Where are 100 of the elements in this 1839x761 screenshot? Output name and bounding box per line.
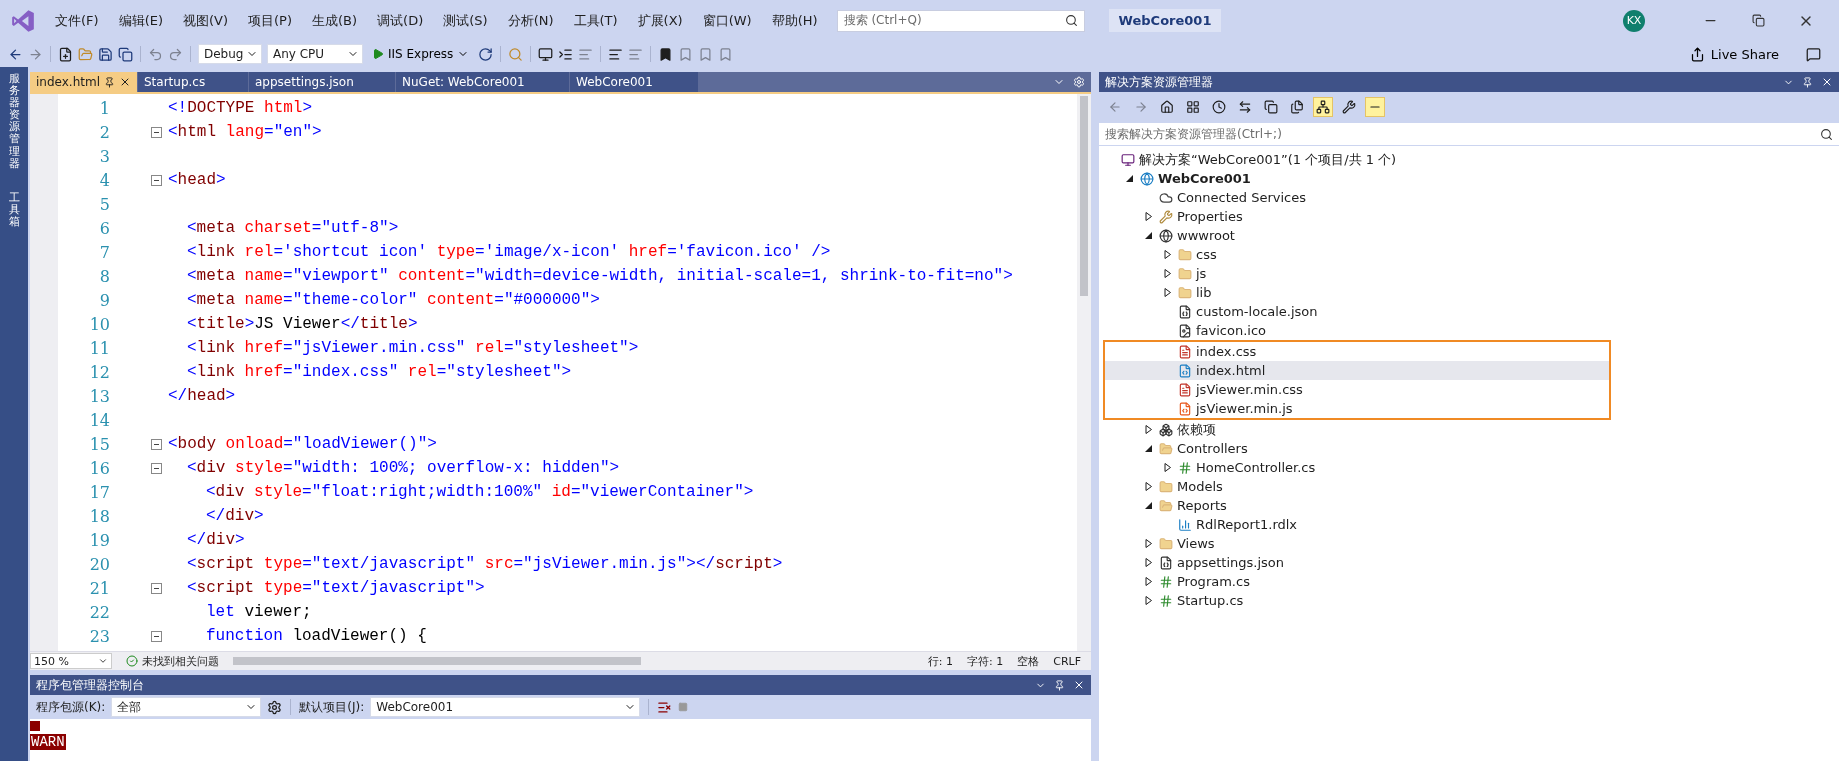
live-share-button[interactable]: Live Share bbox=[1683, 46, 1785, 62]
search-field[interactable]: 搜索 (Ctrl+Q) bbox=[836, 9, 1085, 32]
browser-icon[interactable] bbox=[538, 46, 554, 62]
search-icon[interactable] bbox=[1064, 14, 1078, 27]
expanded-arrow-icon[interactable] bbox=[1145, 231, 1153, 240]
document-tab[interactable]: index.html bbox=[30, 72, 138, 92]
new-file-icon[interactable] bbox=[58, 46, 73, 62]
indent-icon[interactable] bbox=[558, 46, 574, 62]
tree-item[interactable]: index.css bbox=[1105, 342, 1609, 361]
document-tab[interactable]: Startup.cs bbox=[138, 72, 249, 92]
vertical-scrollbar[interactable] bbox=[1077, 94, 1091, 651]
collapse-icon[interactable] bbox=[151, 126, 162, 138]
document-tab[interactable]: NuGet: WebCore001 bbox=[396, 72, 570, 92]
preview-icon[interactable] bbox=[1365, 97, 1385, 117]
pin-icon[interactable] bbox=[1054, 679, 1065, 691]
tree-item[interactable]: Models bbox=[1099, 477, 1839, 496]
feedback-icon[interactable] bbox=[1806, 46, 1821, 62]
tree-item[interactable]: Reports bbox=[1099, 496, 1839, 515]
bookmark-icon[interactable] bbox=[658, 46, 674, 62]
settings-icon[interactable] bbox=[267, 699, 283, 715]
tree-item[interactable]: custom-locale.json bbox=[1099, 302, 1839, 321]
expanded-arrow-icon[interactable] bbox=[1145, 501, 1153, 510]
search-field[interactable]: 搜索解决方案资源管理器(Ctrl+;) bbox=[1099, 122, 1839, 146]
menu-item[interactable]: 文件(F) bbox=[46, 7, 108, 34]
tree-item[interactable]: lib bbox=[1099, 283, 1839, 302]
clear-bookmarks-icon[interactable] bbox=[718, 46, 734, 62]
user-avatar[interactable]: KX bbox=[1623, 9, 1645, 32]
tree-item[interactable]: Startup.cs bbox=[1099, 591, 1839, 610]
tree-item[interactable]: css bbox=[1099, 245, 1839, 264]
collapsed-arrow-icon[interactable] bbox=[1145, 596, 1153, 605]
menu-item[interactable]: 工具(T) bbox=[564, 7, 627, 34]
collapsed-arrow-icon[interactable] bbox=[1145, 482, 1153, 491]
configuration-dropdown[interactable]: Debug bbox=[198, 44, 262, 64]
tree-item[interactable]: HomeController.cs bbox=[1099, 458, 1839, 477]
tree-item[interactable]: RdlReport1.rdlx bbox=[1099, 515, 1839, 534]
collapse-icon[interactable] bbox=[151, 630, 162, 642]
menu-item[interactable]: 视图(V) bbox=[174, 7, 238, 34]
tree-item[interactable]: Controllers bbox=[1099, 439, 1839, 458]
menu-item[interactable]: 生成(B) bbox=[303, 7, 367, 34]
menu-item[interactable]: 编辑(E) bbox=[109, 7, 172, 34]
tree-item[interactable]: 解决方案“WebCore001”(1 个项目/共 1 个) bbox=[1099, 150, 1839, 169]
tree-icon[interactable] bbox=[1313, 97, 1333, 117]
expanded-arrow-icon[interactable] bbox=[1145, 444, 1153, 453]
next-bookmark-icon[interactable] bbox=[698, 46, 714, 62]
collapsed-arrow-icon[interactable] bbox=[1164, 250, 1172, 259]
menu-item[interactable]: 扩展(X) bbox=[628, 7, 692, 34]
default-project-dropdown[interactable]: WebCore001 bbox=[370, 697, 641, 717]
collapsed-arrow-icon[interactable] bbox=[1145, 425, 1153, 434]
tree-item[interactable]: WebCore001 bbox=[1099, 169, 1839, 188]
side-tab[interactable]: 工具箱 bbox=[8, 187, 20, 233]
menu-item[interactable]: 分析(N) bbox=[498, 7, 563, 34]
tree-item[interactable]: wwwroot bbox=[1099, 226, 1839, 245]
tree-item[interactable]: Program.cs bbox=[1099, 572, 1839, 591]
tree-item[interactable]: 依赖项 bbox=[1099, 420, 1839, 439]
menu-item[interactable]: 调试(D) bbox=[368, 7, 433, 34]
refresh-icon[interactable] bbox=[478, 46, 494, 62]
collapsed-arrow-icon[interactable] bbox=[1145, 577, 1153, 586]
collapsed-arrow-icon[interactable] bbox=[1145, 212, 1153, 221]
side-tab[interactable]: 服务器资源管理器 bbox=[8, 69, 20, 174]
expanded-arrow-icon[interactable] bbox=[1126, 174, 1134, 183]
tree-item[interactable]: jsViewer.min.js bbox=[1105, 399, 1609, 418]
collapsed-arrow-icon[interactable] bbox=[1145, 539, 1153, 548]
forward-icon[interactable] bbox=[28, 46, 43, 62]
tree-item[interactable]: js bbox=[1099, 264, 1839, 283]
document-tab[interactable]: appsettings.json bbox=[249, 72, 396, 92]
menu-item[interactable]: 窗口(W) bbox=[693, 7, 761, 34]
tree-item[interactable]: Properties bbox=[1099, 207, 1839, 226]
pin-icon[interactable] bbox=[1802, 76, 1813, 88]
collapsed-arrow-icon[interactable] bbox=[1164, 463, 1172, 472]
save-all-icon[interactable] bbox=[118, 46, 133, 62]
collapsed-arrow-icon[interactable] bbox=[1164, 269, 1172, 278]
run-button[interactable]: IIS Express bbox=[368, 47, 474, 61]
document-tab[interactable]: WebCore001 bbox=[570, 72, 699, 92]
collapse-icon[interactable] bbox=[151, 582, 162, 594]
menu-item[interactable]: 帮助(H) bbox=[762, 7, 827, 34]
clear-icon[interactable] bbox=[657, 699, 673, 715]
collapse-icon[interactable] bbox=[151, 174, 162, 186]
collapsed-arrow-icon[interactable] bbox=[1164, 288, 1172, 297]
search-icon[interactable] bbox=[1820, 127, 1833, 141]
tree-item[interactable]: Connected Services bbox=[1099, 188, 1839, 207]
close-icon[interactable] bbox=[1821, 76, 1833, 88]
zoom-dropdown[interactable]: 150 % bbox=[30, 653, 112, 669]
tree-item[interactable]: appsettings.json bbox=[1099, 553, 1839, 572]
platform-dropdown[interactable]: Any CPU bbox=[267, 44, 363, 64]
restore-icon[interactable] bbox=[1751, 14, 1765, 27]
menu-item[interactable]: 测试(S) bbox=[434, 7, 497, 34]
tree-item[interactable]: favicon.ico bbox=[1099, 321, 1839, 340]
back-icon[interactable] bbox=[8, 46, 23, 62]
tree-item[interactable]: index.html bbox=[1105, 361, 1609, 380]
close-icon[interactable] bbox=[1073, 679, 1085, 691]
package-source-dropdown[interactable]: 全部 bbox=[111, 697, 262, 717]
tree-item[interactable]: Views bbox=[1099, 534, 1839, 553]
collapsed-arrow-icon[interactable] bbox=[1145, 558, 1153, 567]
menu-item[interactable]: 项目(P) bbox=[239, 7, 301, 34]
collapse-icon[interactable] bbox=[151, 462, 162, 474]
close-icon[interactable] bbox=[119, 76, 131, 88]
collapse-icon[interactable] bbox=[151, 438, 162, 450]
pin-icon[interactable] bbox=[104, 76, 115, 88]
undo-icon[interactable] bbox=[148, 46, 163, 62]
save-icon[interactable] bbox=[98, 46, 113, 62]
